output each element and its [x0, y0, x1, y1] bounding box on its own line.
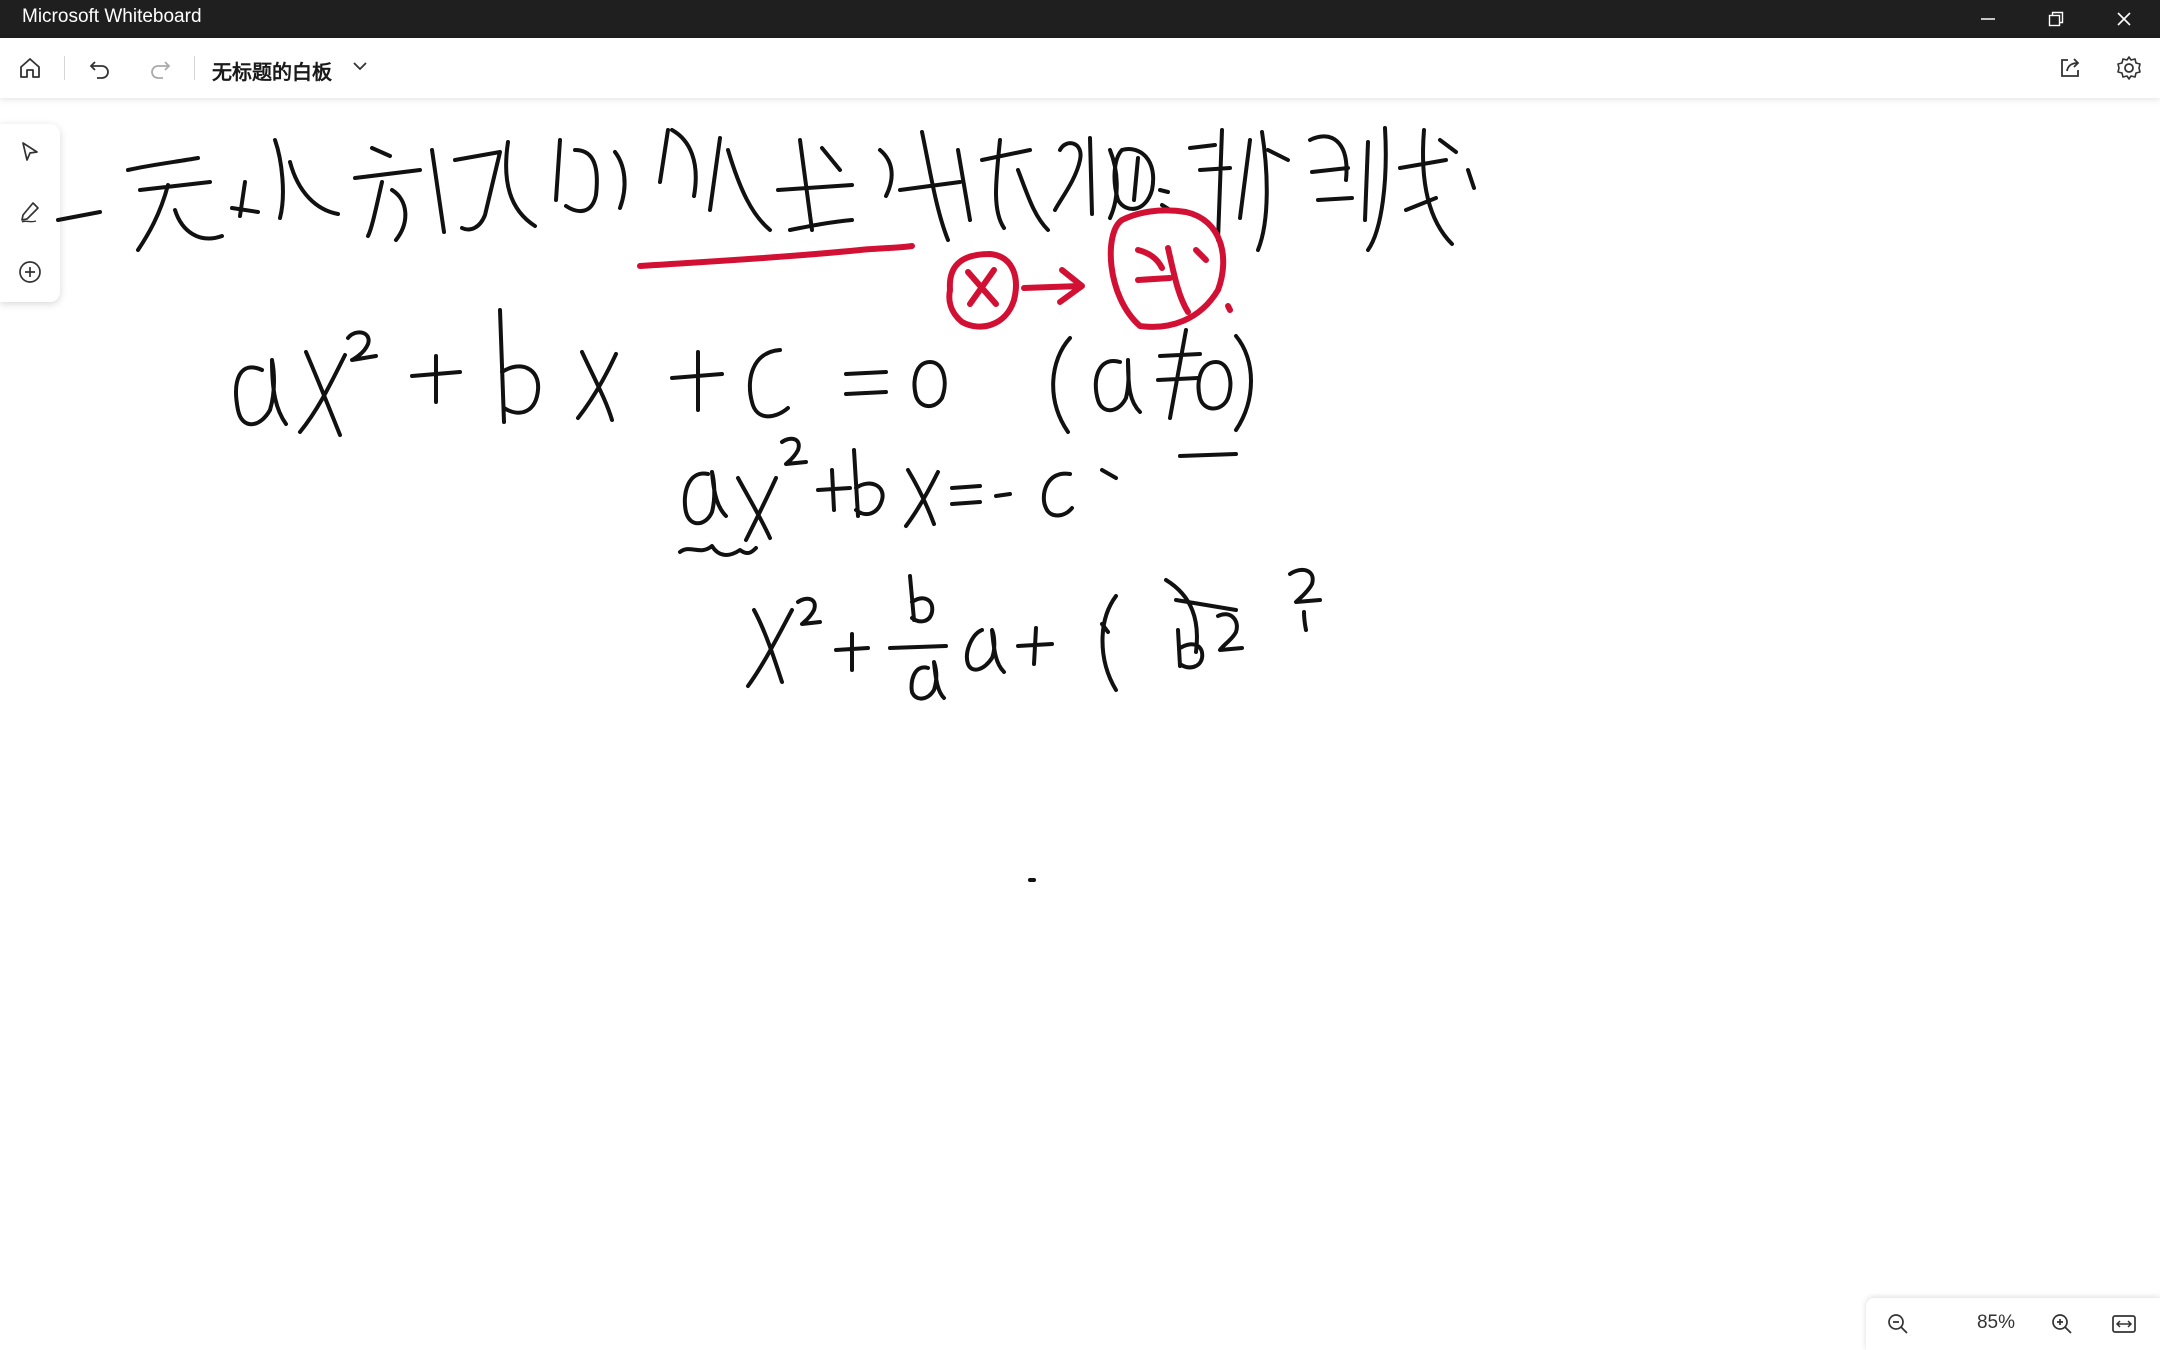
zoom-bar: 85% [1866, 1298, 2160, 1350]
zoom-in-icon [2052, 1314, 2072, 1334]
restore-button[interactable] [2026, 0, 2086, 38]
title-bar: Microsoft Whiteboard [0, 0, 2160, 38]
app-title: Microsoft Whiteboard [22, 6, 202, 27]
undo-icon [89, 61, 109, 79]
home-icon [20, 58, 40, 78]
chevron-down-icon [353, 62, 367, 71]
zoom-level[interactable]: 85% [1956, 1312, 2036, 1334]
redo-button[interactable] [142, 50, 178, 86]
settings-button[interactable] [2111, 50, 2147, 86]
close-button[interactable] [2094, 0, 2154, 38]
zoom-out-button[interactable] [1880, 1306, 1916, 1342]
fit-width-icon [2112, 1315, 2136, 1333]
zoom-out-icon [1888, 1314, 1908, 1334]
redo-icon [151, 61, 171, 79]
undo-button[interactable] [82, 50, 118, 86]
restore-icon [2048, 11, 2064, 27]
share-icon [2061, 58, 2080, 77]
top-toolbar: 无标题的白板 [0, 38, 2160, 98]
fit-to-screen-button[interactable] [2106, 1306, 2142, 1342]
home-button[interactable] [12, 50, 48, 86]
zoom-in-button[interactable] [2044, 1306, 2080, 1342]
toolbar-divider [64, 56, 65, 80]
gear-icon [2117, 56, 2141, 80]
close-icon [2117, 12, 2131, 26]
share-button[interactable] [2052, 50, 2088, 86]
whiteboard-canvas[interactable] [0, 98, 2160, 1350]
board-title[interactable]: 无标题的白板 [212, 56, 332, 85]
board-title-dropdown[interactable] [348, 54, 372, 78]
toolbar-divider [194, 56, 195, 80]
minimize-icon [1981, 18, 1995, 20]
ink-strokes [56, 126, 1476, 882]
minimize-button[interactable] [1958, 0, 2018, 38]
